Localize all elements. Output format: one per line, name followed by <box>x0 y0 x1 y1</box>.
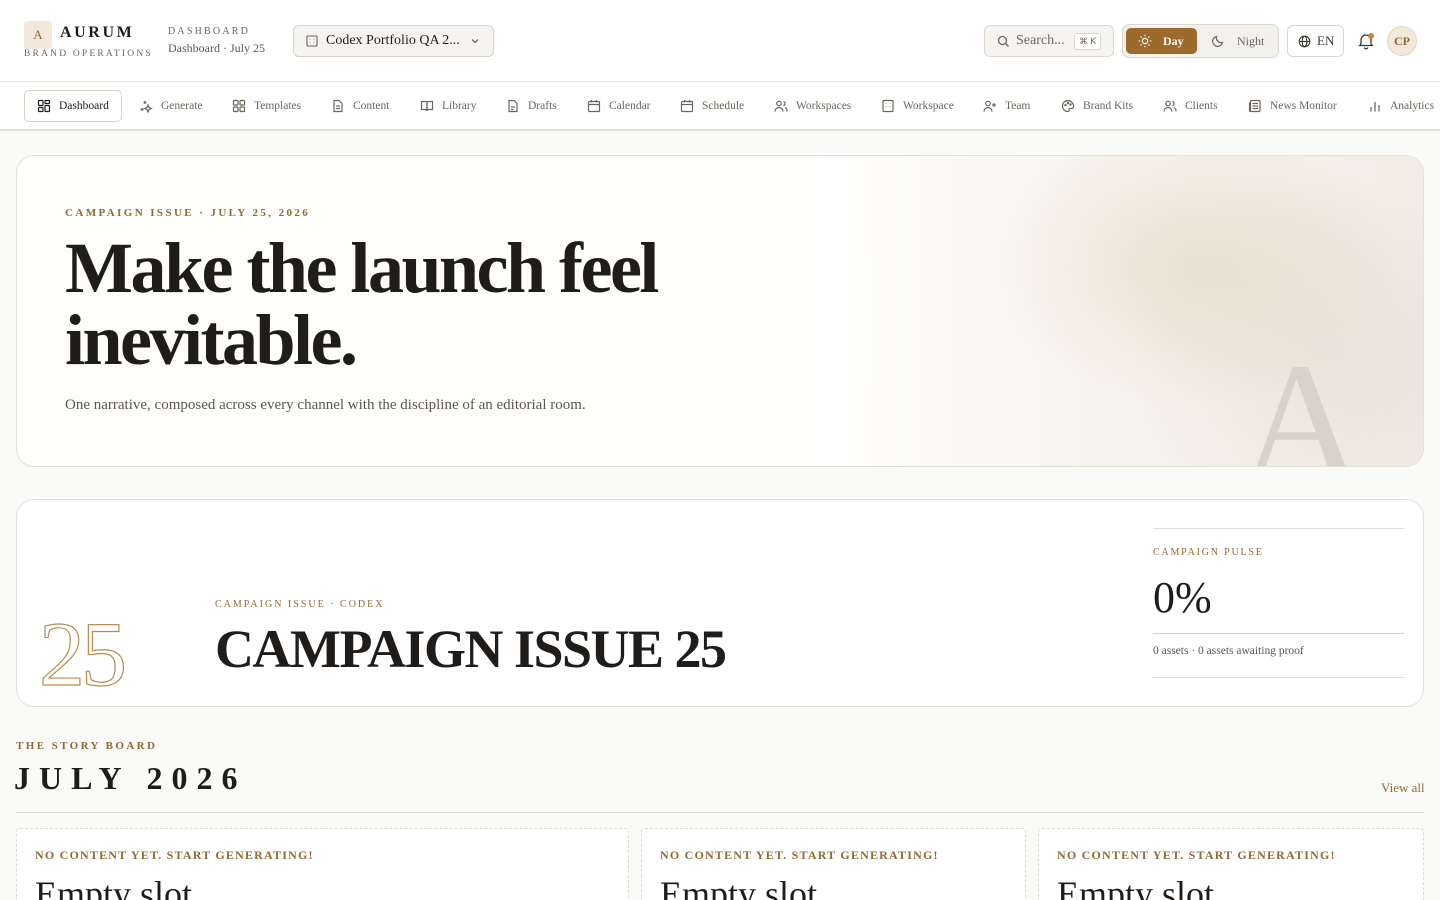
draft-icon <box>508 99 518 113</box>
user-plus-icon <box>983 100 996 112</box>
nav-label: Content <box>353 100 390 112</box>
search-icon <box>997 35 1009 47</box>
bar-chart-icon <box>1370 102 1380 112</box>
pulse-meta: 0 assets · 0 assets awaiting proof <box>1153 645 1304 657</box>
slot-title: Empty slot <box>660 874 818 900</box>
top-header: A AURUM BRAND OPERATIONS DASHBOARD Dashb… <box>0 0 1440 82</box>
nav-label: Brand Kits <box>1083 100 1134 112</box>
grid-icon <box>232 99 246 113</box>
campaign-title: CAMPAIGN ISSUE 25 <box>215 619 727 679</box>
nav-item-content[interactable]: Content <box>331 90 389 122</box>
search-shortcut: ⌘ K <box>1074 33 1101 50</box>
schedule-icon <box>680 100 694 113</box>
view-all-link[interactable]: View all <box>1381 780 1425 796</box>
nav-item-calendar[interactable]: Calendar <box>587 90 651 122</box>
theme-night-button[interactable]: Night <box>1209 28 1275 54</box>
notification-dot <box>1368 33 1374 39</box>
sparkle-icon <box>140 101 153 113</box>
nav-item-clients[interactable]: Clients <box>1163 90 1218 122</box>
nav-label: Calendar <box>609 100 651 112</box>
building-icon <box>306 35 318 47</box>
breadcrumb-section: DASHBOARD <box>168 26 251 37</box>
theme-night-label: Night <box>1237 33 1265 48</box>
sun-icon <box>1138 34 1152 48</box>
campaign-eyebrow: CAMPAIGN ISSUE · CODEX <box>215 599 385 610</box>
nav-item-dashboard[interactable]: Dashboard <box>24 90 122 122</box>
brand-logo[interactable]: A <box>24 21 52 49</box>
nav-label: Workspace <box>903 100 954 112</box>
campaign-card: 25 CAMPAIGN ISSUE · CODEX CAMPAIGN ISSUE… <box>16 499 1424 707</box>
building-icon <box>882 99 894 113</box>
newspaper-icon <box>1248 99 1261 113</box>
pulse-divider <box>1153 633 1404 634</box>
main-nav: Dashboard Generate Templates Content Lib… <box>0 82 1440 131</box>
dashboard-icon <box>37 99 51 113</box>
pulse-label: CAMPAIGN PULSE <box>1153 547 1264 558</box>
nav-item-generate[interactable]: Generate <box>139 90 203 122</box>
nav-item-workspace[interactable]: Workspace <box>881 90 954 122</box>
chevron-down-icon <box>471 39 479 44</box>
brand-subtitle: BRAND OPERATIONS <box>24 49 153 59</box>
hero-title: Make the launch feel inevitable. <box>65 228 659 380</box>
language-label: EN <box>1317 33 1335 48</box>
nav-label: Templates <box>254 100 302 112</box>
nav-label: Generate <box>161 100 203 112</box>
slot-title: Empty slot <box>1057 874 1215 900</box>
campaign-number: 25 <box>38 603 127 705</box>
globe-icon <box>1298 35 1311 47</box>
document-icon <box>333 99 343 113</box>
hero-eyebrow: CAMPAIGN ISSUE · JULY 25, 2026 <box>65 207 311 219</box>
hero-card: CAMPAIGN ISSUE · JULY 25, 2026 Make the … <box>16 155 1424 467</box>
nav-label: Team <box>1005 100 1031 112</box>
nav-label: Workspaces <box>796 100 852 112</box>
nav-label: Schedule <box>702 100 745 112</box>
brand-name: AURUM <box>60 24 135 41</box>
nav-item-drafts[interactable]: Drafts <box>506 90 557 122</box>
search-input[interactable] <box>1016 33 1072 49</box>
nav-item-schedule[interactable]: Schedule <box>680 90 744 122</box>
nav-item-library[interactable]: Library <box>420 90 476 122</box>
campaign-pulse: CAMPAIGN PULSE 0% 0 assets · 0 assets aw… <box>1153 528 1404 678</box>
slot-label: NO CONTENT YET. START GENERATING! <box>660 848 939 862</box>
nav-item-brand-kits[interactable]: Brand Kits <box>1061 90 1133 122</box>
hero-subtitle: One narrative, composed across every cha… <box>65 397 586 413</box>
book-icon <box>420 100 434 112</box>
workspace-select-value: Codex Portfolio QA 2... <box>326 33 460 48</box>
storyboard-eyebrow: THE STORY BOARD <box>16 740 158 752</box>
storyboard-divider <box>16 812 1424 813</box>
nav-item-analytics[interactable]: Analytics <box>1368 90 1434 122</box>
slot-title: Empty slot <box>35 874 193 900</box>
palette-icon <box>1061 99 1075 113</box>
slot-label: NO CONTENT YET. START GENERATING! <box>1057 848 1336 862</box>
storyboard-title: JULY 2026 <box>14 760 247 796</box>
theme-toggle: Day Night <box>1122 24 1279 58</box>
pulse-value: 0% <box>1153 573 1212 622</box>
users-icon <box>774 100 788 112</box>
story-slot[interactable]: NO CONTENT YET. START GENERATING! Empty … <box>16 828 629 900</box>
nav-item-team[interactable]: Team <box>983 90 1030 122</box>
story-slot[interactable]: NO CONTENT YET. START GENERATING! Empty … <box>1038 828 1424 900</box>
nav-label: Library <box>442 100 477 112</box>
nav-label: Dashboard <box>59 100 109 112</box>
search-bar[interactable]: ⌘ K <box>984 25 1114 57</box>
breadcrumb-path: Dashboard · July 25 <box>168 41 265 55</box>
nav-label: Drafts <box>528 100 557 112</box>
theme-day-label: Day <box>1163 33 1184 48</box>
nav-item-news-monitor[interactable]: News Monitor <box>1248 90 1337 122</box>
language-button[interactable]: EN <box>1287 25 1344 57</box>
workspace-select[interactable]: Codex Portfolio QA 2... <box>293 25 494 57</box>
moon-icon <box>1212 35 1224 47</box>
nav-label: News Monitor <box>1270 100 1337 112</box>
hero-watermark: A <box>1241 329 1363 467</box>
story-slot[interactable]: NO CONTENT YET. START GENERATING! Empty … <box>641 828 1026 900</box>
nav-label: Clients <box>1185 100 1218 112</box>
calendar-icon <box>587 100 601 113</box>
nav-item-templates[interactable]: Templates <box>232 90 301 122</box>
nav-label: Analytics <box>1390 100 1435 112</box>
slot-label: NO CONTENT YET. START GENERATING! <box>35 848 314 862</box>
nav-item-workspaces[interactable]: Workspaces <box>774 90 851 122</box>
theme-day-button[interactable]: Day <box>1126 28 1197 54</box>
user-avatar[interactable]: CP <box>1387 26 1417 56</box>
clients-icon <box>1163 100 1177 112</box>
